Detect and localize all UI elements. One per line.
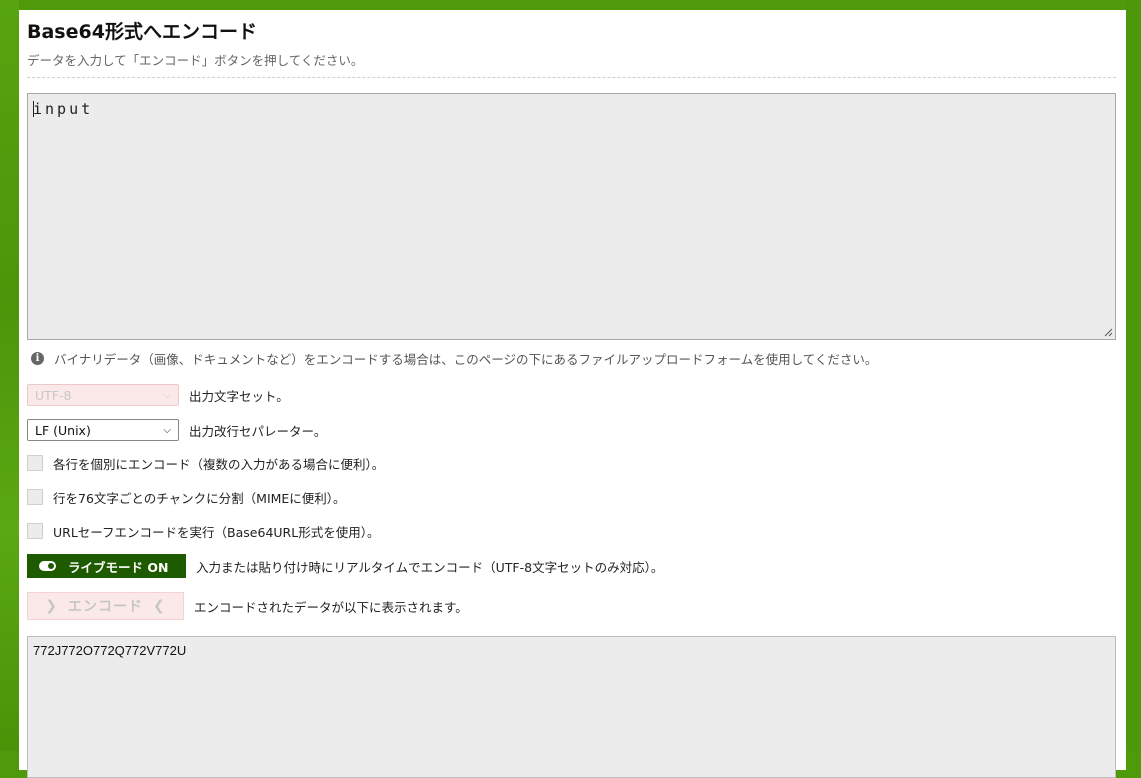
page-subtitle: データを入力して「エンコード」ボタンを押してください。 (27, 53, 364, 68)
page-title: Base64形式へエンコード (27, 21, 257, 43)
output-text: 772J772O772Q772V772U (33, 643, 187, 658)
chevron-down-icon: ⌵ (163, 389, 171, 401)
each-line-checkbox[interactable] (27, 455, 43, 471)
url-safe-row: URLセーフエンコードを実行（Base64URL形式を使用）。 (27, 522, 379, 540)
each-line-label[interactable]: 各行を個別にエンコード（複数の入力がある場合に便利）。 (53, 454, 384, 473)
url-safe-label[interactable]: URLセーフエンコードを実行（Base64URL形式を使用）。 (53, 522, 379, 541)
each-line-row: 各行を個別にエンコード（複数の入力がある場合に便利）。 (27, 454, 384, 472)
split-76-label[interactable]: 行を76文字ごとのチャンクに分割（MIMEに便利）。 (53, 488, 346, 507)
newline-value: LF (Unix) (35, 422, 91, 438)
output-textarea[interactable]: 772J772O772Q772V772U (27, 636, 1116, 778)
split-76-row: 行を76文字ごとのチャンクに分割（MIMEに便利）。 (27, 488, 346, 506)
live-mode-row: ライブモード ON 入力または貼り付け時にリアルタイムでエンコード（UTF-8文… (27, 554, 663, 578)
charset-label: 出力文字セット。 (189, 388, 289, 404)
chevron-down-icon: ⌵ (163, 424, 171, 436)
toggle-icon (39, 561, 56, 571)
input-textarea[interactable]: input (27, 93, 1116, 340)
newline-select[interactable]: LF (Unix) ⌵ (27, 419, 179, 441)
url-safe-checkbox[interactable] (27, 523, 43, 539)
encode-label: エンコード (68, 599, 143, 615)
charset-row: UTF-8 ⌵ 出力文字セット。 (27, 384, 289, 406)
info-text: バイナリデータ（画像、ドキュメントなど）をエンコードする場合は、このページの下に… (54, 351, 878, 367)
background-left (0, 0, 19, 751)
encode-button[interactable]: ❯ エンコード ❮ (27, 592, 184, 620)
newline-label: 出力改行セパレーター。 (189, 423, 327, 439)
charset-value: UTF-8 (35, 387, 72, 403)
newline-row: LF (Unix) ⌵ 出力改行セパレーター。 (27, 419, 326, 441)
input-text: input (33, 100, 94, 118)
live-mode-label: ライブモード ON (68, 559, 169, 575)
encoder-panel: Base64形式へエンコード データを入力して「エンコード」ボタンを押してくださ… (19, 10, 1126, 778)
split-76-checkbox[interactable] (27, 489, 43, 505)
chevron-left-icon: ❮ (153, 598, 166, 614)
live-mode-description: 入力または貼り付け時にリアルタイムでエンコード（UTF-8文字セットのみ対応）。 (196, 559, 664, 575)
encode-description: エンコードされたデータが以下に表示されます。 (194, 599, 468, 615)
encode-row: ❯ エンコード ❮ エンコードされたデータが以下に表示されます。 (27, 592, 468, 620)
info-note: i バイナリデータ（画像、ドキュメントなど）をエンコードする場合は、このページの… (31, 349, 877, 367)
chevron-right-icon: ❯ (45, 598, 58, 614)
resize-handle-icon[interactable] (1104, 328, 1113, 337)
divider (27, 77, 1116, 78)
live-mode-button[interactable]: ライブモード ON (27, 554, 186, 578)
background-right (1126, 0, 1141, 751)
charset-select[interactable]: UTF-8 ⌵ (27, 384, 179, 406)
info-icon: i (31, 351, 44, 365)
